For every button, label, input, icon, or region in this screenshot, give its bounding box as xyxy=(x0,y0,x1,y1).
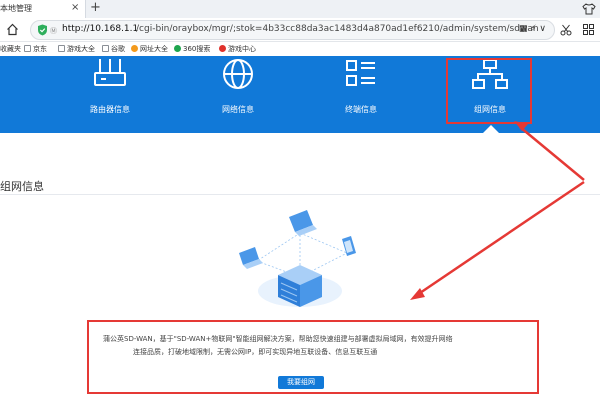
nav-terminal-info[interactable]: 终端信息 xyxy=(326,56,396,133)
folder-icon xyxy=(102,45,109,52)
browser-tab[interactable]: 本地管理 × xyxy=(0,0,86,18)
shield-icon xyxy=(38,24,47,36)
globe-icon xyxy=(223,59,253,89)
bookmark-jd[interactable]: 京东 xyxy=(24,44,47,54)
description-text: 连接品质，打破地域限制，无需公网IP，即可实现异地互联设备、信息互联互通 xyxy=(133,348,378,356)
divider xyxy=(0,194,600,195)
close-tab-icon[interactable]: × xyxy=(71,1,79,15)
annotation-box-nav xyxy=(446,58,532,124)
site-info-icon[interactable]: Ⓜ xyxy=(50,26,57,36)
search-360-icon xyxy=(174,45,181,52)
bookmark-site-nav[interactable]: 网址大全 xyxy=(131,44,168,54)
address-bar-row: Ⓜ http://10.168.1.1 /cgi-bin/oraybox/mgr… xyxy=(0,18,600,42)
new-tab-button[interactable]: + xyxy=(90,0,101,16)
router-icon xyxy=(94,59,126,86)
bookmark-game-center[interactable]: 游戏中心 xyxy=(219,44,256,54)
list-icon xyxy=(346,60,375,86)
url-input[interactable]: Ⓜ http://10.168.1.1 /cgi-bin/oraybox/mgr… xyxy=(30,20,555,40)
nav-network-info[interactable]: 网络信息 xyxy=(203,56,273,133)
nav-label: 路由器信息 xyxy=(90,105,130,114)
nav-router-info[interactable]: 路由器信息 xyxy=(75,56,145,133)
site-nav-icon xyxy=(131,45,138,52)
nav-label: 终端信息 xyxy=(345,105,377,114)
description-text: 蒲公英SD-WAN，基于"SD-WAN+物联网"智能组网解决方案，帮助您快速组建… xyxy=(103,335,453,343)
sdwan-illustration xyxy=(239,210,356,307)
browser-window: 本地管理 × + Ⓜ http://10.168.1.1 /cgi-bin/or… xyxy=(0,0,600,400)
bookmark-favorites[interactable]: 收藏夹 xyxy=(0,44,21,54)
bookmark-360[interactable]: 360搜索 xyxy=(174,44,210,54)
bookmarks-bar: 收藏夹 京东 游戏大全 谷歌 网址大全 360搜索 游戏中心 xyxy=(0,42,600,56)
bookmark-google[interactable]: 谷歌 xyxy=(102,44,125,54)
join-network-button[interactable]: 我要组网 xyxy=(278,376,324,389)
bookmark-games[interactable]: 游戏大全 xyxy=(58,44,95,54)
url-host: http://10.168.1.1 xyxy=(62,24,139,34)
folder-icon xyxy=(58,45,65,52)
tab-title: 本地管理 xyxy=(0,4,32,13)
folder-icon xyxy=(24,45,31,52)
url-action-icons[interactable]: ▦ ⚡ ∨ xyxy=(519,24,546,34)
shirt-icon[interactable] xyxy=(582,2,596,16)
scissor-icon[interactable] xyxy=(560,24,572,36)
game-center-icon xyxy=(219,45,226,52)
home-icon[interactable] xyxy=(6,23,19,36)
nav-label: 网络信息 xyxy=(222,105,254,114)
url-path: /cgi-bin/oraybox/mgr/;stok=4b33cc88da3ac… xyxy=(136,24,539,34)
active-tab-pointer xyxy=(483,125,499,133)
tab-strip: 本地管理 × + xyxy=(0,0,600,18)
grid-icon[interactable] xyxy=(583,24,594,35)
laptop-top xyxy=(289,210,317,236)
page-title: 组网信息 xyxy=(0,180,44,193)
